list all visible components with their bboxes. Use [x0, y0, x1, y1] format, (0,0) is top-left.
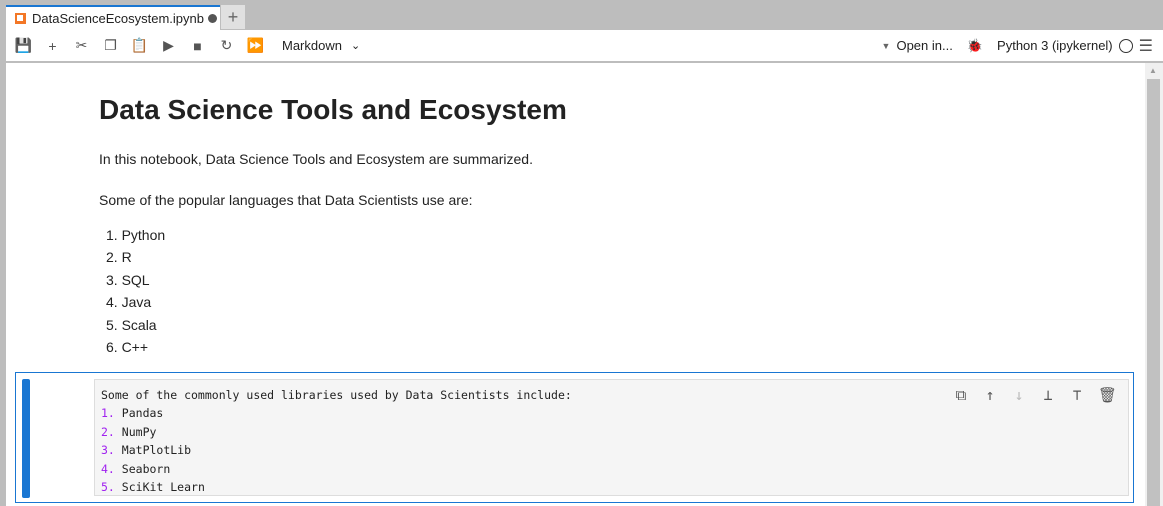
cell-collapser[interactable]	[22, 379, 30, 498]
new-tab-button[interactable]: +	[221, 5, 245, 29]
list-item: 4. Java	[106, 294, 152, 311]
move-down-icon[interactable]: ↓	[1011, 386, 1027, 404]
cell-toolbar: ⧉ ↑ ↓ ⊥ ⊤ 🗑	[953, 386, 1117, 404]
list-text: Seaborn	[121, 461, 171, 476]
active-markdown-cell[interactable]: Some of the commonly used libraries used…	[15, 372, 1134, 503]
list-item: 6. C++	[106, 338, 149, 355]
list-number: 4.	[101, 461, 115, 476]
chevron-down-icon: ⌄	[350, 40, 361, 52]
list-text: Pandas	[121, 406, 164, 421]
bug-icon[interactable]: 🐞	[967, 38, 983, 54]
add-cell-icon[interactable]: +	[38, 34, 67, 58]
open-in-button[interactable]: Open in...	[896, 38, 952, 53]
list-text: MatPlotLib	[121, 443, 192, 458]
paste-icon[interactable]: 📋	[125, 34, 154, 58]
page-title: Data Science Tools and Ecosystem	[99, 94, 567, 125]
duplicate-cell-icon[interactable]: ⧉	[953, 386, 969, 404]
tab-title: DataScienceEcosystem.ipynb	[32, 11, 204, 26]
list-item: 5. Scala	[106, 316, 157, 333]
cell-type-select[interactable]: Markdown ⌄	[282, 38, 360, 53]
editor-line: 5. SciKit Learn	[101, 478, 1122, 496]
scrollbar-thumb[interactable]	[1147, 79, 1160, 506]
list-item: 3. SQL	[106, 271, 150, 288]
cell-editor[interactable]: Some of the commonly used libraries used…	[94, 379, 1129, 496]
scrollbar[interactable]: ▲	[1145, 63, 1163, 506]
restart-icon[interactable]: ↻	[212, 34, 241, 58]
list-number: 5.	[101, 480, 115, 495]
save-icon[interactable]: 💾	[9, 34, 38, 58]
run-all-icon[interactable]: ⏩	[241, 34, 270, 58]
cut-icon[interactable]: ✂	[67, 34, 96, 58]
editor-line: 1. Pandas	[101, 404, 1122, 422]
run-icon[interactable]: ▶	[154, 34, 183, 58]
editor-line: 2. NumPy	[101, 423, 1122, 441]
editor-line: 3. MatPlotLib	[101, 441, 1122, 459]
languages-list: 1. Python 2. R 3. SQL 4. Java 5. Scala 6…	[99, 227, 165, 361]
list-text: NumPy	[121, 424, 157, 439]
notebook-toolbar: 💾 + ✂ ❐ 📋 ▶ ■ ↻ ⏩ Markdown ⌄ ▼ Open in..…	[6, 30, 1163, 62]
stop-icon[interactable]: ■	[183, 34, 212, 58]
list-number: 3.	[101, 443, 115, 458]
caret-down-icon: ▼	[881, 40, 891, 51]
notebook-content: Data Science Tools and Ecosystem In this…	[6, 63, 1145, 506]
insert-below-icon[interactable]: ⊤	[1069, 386, 1085, 404]
languages-intro: Some of the popular languages that Data …	[99, 192, 473, 208]
notebook-icon	[15, 13, 26, 24]
copy-icon[interactable]: ❐	[96, 34, 125, 58]
kernel-name[interactable]: Python 3 (ipykernel)	[997, 38, 1113, 53]
list-number: 1.	[101, 406, 115, 421]
move-up-icon[interactable]: ↑	[982, 386, 998, 404]
tab-bar: DataScienceEcosystem.ipynb +	[0, 0, 1163, 30]
kernel-status-icon	[1118, 38, 1133, 53]
list-number: 2.	[101, 424, 115, 439]
delete-cell-icon[interactable]: 🗑	[1098, 386, 1117, 404]
editor-line: 4. Seaborn	[101, 460, 1122, 478]
list-text: SciKit Learn	[121, 480, 205, 495]
cell-type-label: Markdown	[282, 38, 342, 53]
unsaved-dot-icon[interactable]	[207, 14, 217, 23]
list-item: 2. R	[106, 249, 132, 266]
list-item: 1. Python	[106, 227, 166, 243]
intro-text: In this notebook, Data Science Tools and…	[99, 151, 533, 167]
notebook-tab[interactable]: DataScienceEcosystem.ipynb	[6, 5, 220, 30]
insert-above-icon[interactable]: ⊥	[1040, 386, 1056, 404]
menu-icon[interactable]: ☰	[1139, 36, 1153, 56]
scroll-up-icon[interactable]: ▲	[1149, 66, 1157, 75]
